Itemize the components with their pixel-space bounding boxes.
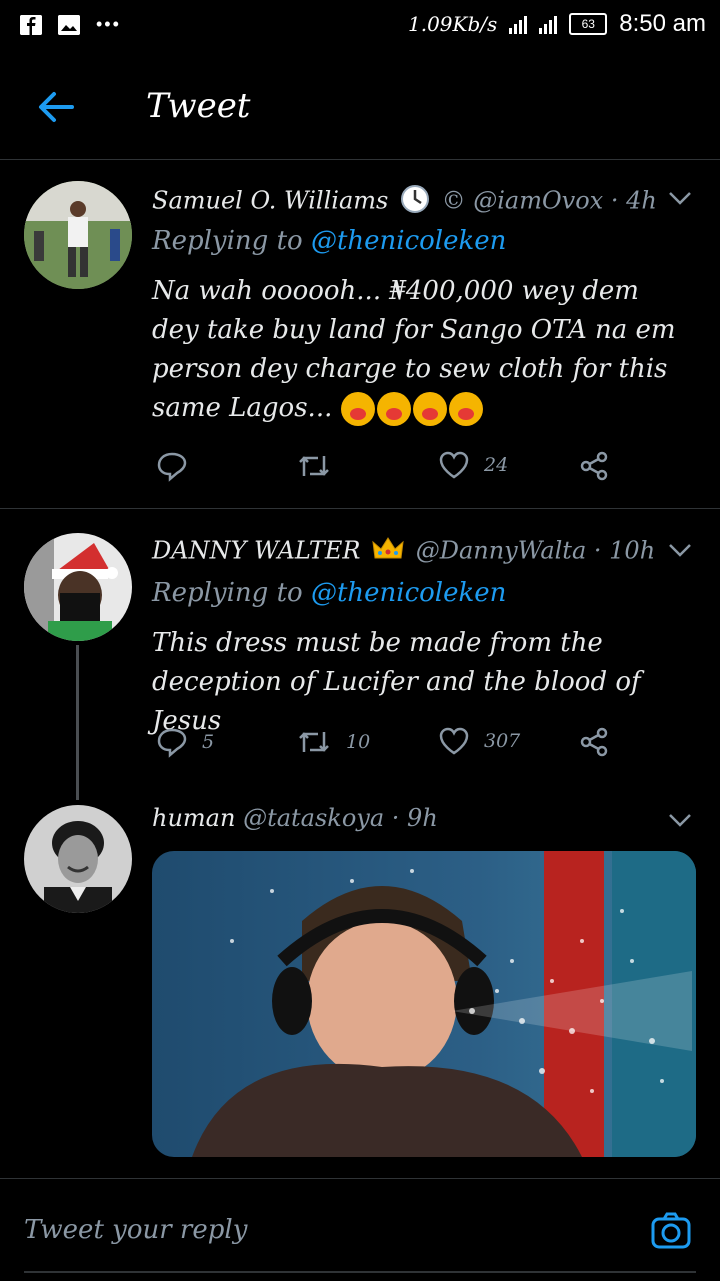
tweet-media-image[interactable] — [152, 851, 696, 1157]
replying-to-link[interactable]: @thenicoleken — [311, 226, 506, 256]
gallery-icon — [58, 14, 80, 35]
status-left: ••• — [20, 14, 121, 35]
replying-to: Replying to @thenicoleken — [152, 578, 506, 608]
replying-prefix: Replying to — [152, 226, 311, 256]
composer-underline — [24, 1271, 696, 1273]
retweet-icon — [299, 456, 329, 476]
cold-face-emoji-icon — [376, 392, 411, 426]
reply-input[interactable]: Tweet your reply — [24, 1215, 247, 1245]
tweet-text: Na wah oooooh... ₦400,000 wey dem dey ta… — [152, 272, 692, 428]
chevron-down-icon[interactable] — [668, 812, 692, 827]
signal-2-icon — [539, 14, 558, 34]
more-notifications-icon: ••• — [96, 14, 121, 34]
replying-prefix: Replying to — [152, 578, 311, 608]
tweet-text: This dress must be made from the decepti… — [152, 624, 692, 741]
like-count: 24 — [484, 454, 509, 476]
top-app-bar: Tweet — [0, 52, 720, 160]
chevron-down-icon[interactable] — [668, 190, 692, 205]
retweet-count: 10 — [346, 731, 371, 753]
cold-face-emoji-icon — [412, 392, 447, 426]
signal-1-icon — [509, 14, 528, 34]
retweet-button[interactable]: 10 — [296, 726, 370, 758]
author-handle: @DannyWalta · 10h — [415, 536, 656, 565]
author-name: DANNY WALTER — [152, 536, 361, 565]
tweet-author[interactable]: Samuel O. Williams © @iamOvox · 4h — [152, 184, 657, 220]
cold-face-emoji-icon — [448, 392, 483, 426]
clock-time: 8:50 am — [619, 10, 706, 37]
network-speed: 1.09Kb/s — [408, 12, 498, 36]
tweet-author[interactable]: human @tataskoya · 9h — [152, 804, 438, 832]
avatar-danny[interactable] — [24, 533, 132, 641]
status-right: 1.09Kb/s 63 8:50 am — [408, 10, 706, 38]
replying-to: Replying to @thenicoleken — [152, 226, 506, 256]
author-name: Samuel O. Williams — [152, 186, 389, 215]
replying-to-link[interactable]: @thenicoleken — [311, 578, 506, 608]
reply-icon — [157, 728, 187, 758]
cold-face-emoji-icon — [340, 392, 375, 426]
tweet-actions: 5 10 307 — [152, 726, 632, 762]
like-button[interactable]: 24 — [438, 450, 508, 480]
avatar-samuel[interactable] — [24, 181, 132, 289]
like-icon — [439, 727, 469, 755]
share-button[interactable] — [578, 726, 610, 758]
retweet-icon — [299, 732, 329, 752]
page-title: Tweet — [146, 86, 251, 126]
avatar-human[interactable] — [24, 805, 132, 913]
share-icon — [580, 451, 608, 481]
tweet-author[interactable]: DANNY WALTER @DannyWalta · 10h — [152, 536, 655, 568]
battery-level: 63 — [581, 17, 595, 31]
author-handle: @tataskoya · 9h — [243, 804, 438, 832]
battery-icon: 63 — [569, 13, 608, 35]
reply-count: 5 — [202, 731, 215, 753]
like-button[interactable]: 307 — [438, 726, 520, 756]
reply-button[interactable]: 5 — [156, 726, 214, 758]
tweet-actions: 24 — [152, 450, 632, 486]
back-arrow-icon[interactable] — [36, 90, 76, 124]
author-handle: © @iamOvox · 4h — [441, 186, 657, 215]
crown-emoji-icon — [372, 536, 404, 568]
author-name: human — [152, 804, 236, 832]
share-button[interactable] — [578, 450, 610, 482]
like-icon — [439, 451, 469, 479]
reply-button[interactable] — [156, 450, 202, 482]
camera-icon[interactable] — [650, 1211, 692, 1251]
emoji-row — [340, 392, 485, 426]
tweet-body: This dress must be made from the decepti… — [152, 628, 641, 736]
share-icon — [580, 727, 608, 757]
reply-icon — [157, 452, 187, 482]
clock-emoji-icon — [400, 184, 430, 220]
reply-composer-bar: Tweet your reply — [0, 1178, 720, 1281]
thread-connector-line — [76, 645, 79, 800]
tweet-divider — [0, 508, 720, 509]
like-count: 307 — [484, 730, 521, 752]
chevron-down-icon[interactable] — [668, 542, 692, 557]
status-bar: ••• 1.09Kb/s 63 8:50 am — [0, 0, 720, 52]
retweet-button[interactable] — [296, 450, 346, 482]
facebook-icon — [20, 14, 42, 35]
